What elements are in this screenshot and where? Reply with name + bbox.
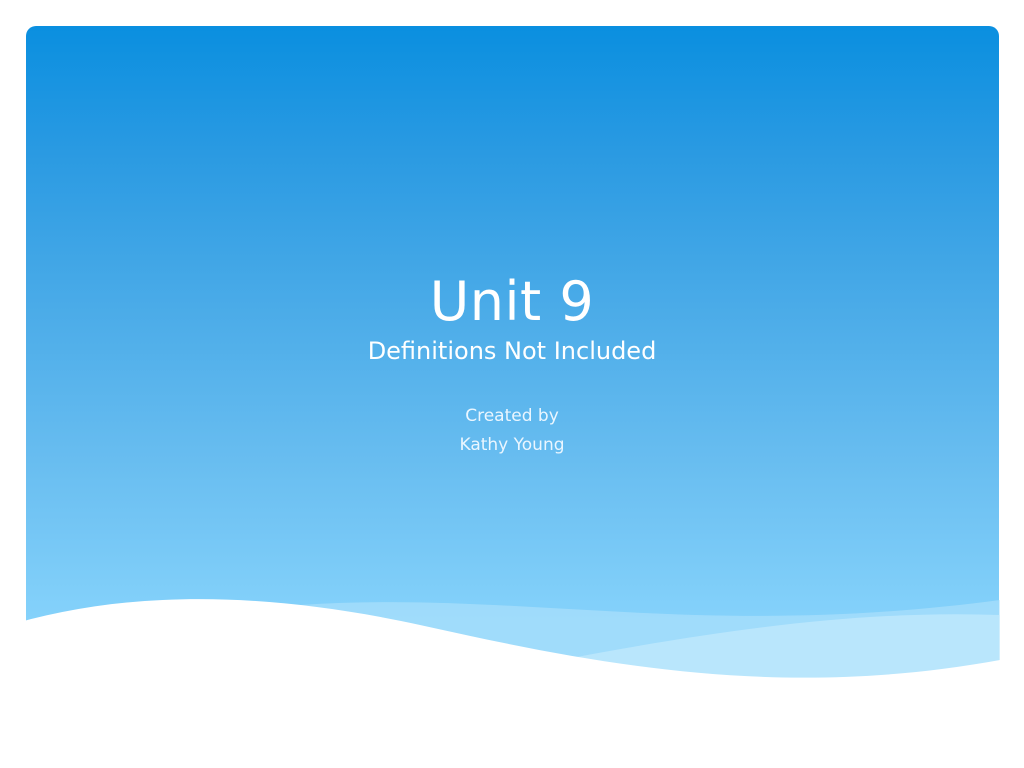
slide: Unit 9 Definitions Not Included Created … xyxy=(0,0,1024,768)
slide-subtitle: Definitions Not Included xyxy=(367,337,657,365)
credits-line-2: Kathy Young xyxy=(459,435,565,455)
title-block: Unit 9 Definitions Not Included xyxy=(0,270,1024,366)
credits: Created by Kathy Young xyxy=(0,402,1024,460)
credits-line-1: Created by xyxy=(465,406,559,426)
wave-decoration xyxy=(0,599,1024,768)
slide-title: Unit 9 xyxy=(429,270,595,333)
